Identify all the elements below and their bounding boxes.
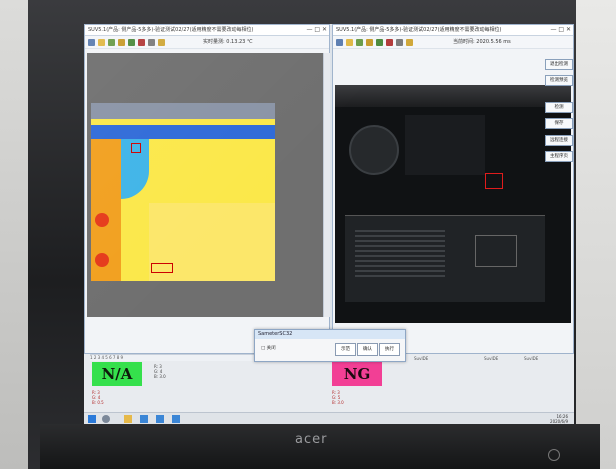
app-icon-2[interactable] bbox=[156, 415, 164, 423]
folder-icon[interactable] bbox=[346, 38, 353, 46]
tool-icon[interactable] bbox=[366, 38, 373, 46]
dialog-title: SameterSC32 bbox=[255, 330, 405, 339]
open-icon[interactable] bbox=[88, 38, 95, 46]
thermal-view-canvas bbox=[87, 53, 323, 317]
left-readouts-secondary: R: 3 G: 4 B: 3.0 bbox=[154, 364, 166, 379]
left-readout-b2: B: 3.0 bbox=[154, 374, 166, 379]
run-icon[interactable] bbox=[128, 38, 135, 46]
dialog-checkbox[interactable]: □ 关闭 bbox=[261, 345, 276, 351]
results-area: 1 2 3 4 5 6 7 8 9 N/A R: 3 G: 4 B: 0.5 R… bbox=[84, 354, 574, 412]
right-result-badge: NG bbox=[332, 362, 382, 386]
left-window-controls[interactable]: — □ ✕ bbox=[306, 25, 327, 35]
left-result-badge: N/A bbox=[92, 362, 142, 386]
right-inspection-window: SUV5.1(产品: 侧产品-5多多)-验证测试02/27(适用精度不需要改动每… bbox=[332, 24, 574, 354]
folder-icon[interactable] bbox=[98, 38, 105, 46]
photo-top-edge bbox=[335, 85, 571, 107]
search-icon[interactable] bbox=[102, 415, 110, 423]
right-window-title: SUV5.1(产品: 侧产品-5多多)-验证测试02/27(适用精度不需要改动每… bbox=[336, 27, 502, 33]
preview-button[interactable]: 检测预览 bbox=[545, 75, 573, 86]
run-icon[interactable] bbox=[376, 38, 383, 46]
thermal-hotspot-2 bbox=[95, 253, 109, 267]
thermal-image bbox=[91, 103, 275, 281]
right-window-controls[interactable]: — □ ✕ bbox=[550, 25, 571, 35]
thermal-top-region bbox=[91, 103, 275, 119]
right-readouts: R: 3 G: 5 B: 3.0 bbox=[332, 390, 344, 405]
sc32-dialog: SameterSC32 □ 关闭 示范 确认 执行 bbox=[254, 329, 406, 362]
battery-symbols bbox=[475, 235, 517, 267]
dialog-demo-button[interactable]: 示范 bbox=[335, 343, 356, 356]
dialog-confirm-button[interactable]: 确认 bbox=[357, 343, 378, 356]
app-icon-3[interactable] bbox=[172, 415, 180, 423]
monitor-brand-logo: acer bbox=[295, 432, 328, 447]
settings-icon[interactable] bbox=[148, 38, 155, 46]
thermal-hotspot-1 bbox=[95, 213, 109, 227]
heat-sink bbox=[405, 115, 485, 175]
main-page-button[interactable]: 主程序页 bbox=[545, 151, 573, 162]
open-icon[interactable] bbox=[336, 38, 343, 46]
right-status-label-2: SuvIDE bbox=[484, 356, 499, 361]
left-toolbar: 实时量测: 0.13.23 ℃ bbox=[85, 36, 329, 49]
right-action-panel: 退出检测 检测预览 检测 保存 远程连接 主程序页 bbox=[545, 59, 573, 167]
taskbar-date: 2020/6/9 bbox=[550, 419, 568, 424]
right-toolbar-readout: 当前时间: 2020.5.56 ms bbox=[453, 39, 511, 45]
left-readout-b: B: 0.5 bbox=[92, 400, 104, 405]
save-icon[interactable] bbox=[356, 38, 363, 46]
right-toolbar: 当前时间: 2020.5.56 ms bbox=[333, 36, 573, 49]
cooling-fan bbox=[349, 125, 399, 175]
left-readouts: R: 3 G: 4 B: 0.5 bbox=[92, 390, 104, 405]
left-scrollbar[interactable] bbox=[323, 53, 330, 317]
left-window-titlebar: SUV5.1(产品: 侧产品-5多多)-验证测试02/27(适用精度不需要改动每… bbox=[85, 25, 329, 36]
settings-icon[interactable] bbox=[396, 38, 403, 46]
start-icon[interactable] bbox=[88, 415, 96, 423]
left-toolbar-readout: 实时量测: 0.13.23 ℃ bbox=[203, 39, 253, 45]
background-wall-right bbox=[576, 0, 616, 469]
power-button[interactable] bbox=[548, 449, 560, 461]
right-window-titlebar: SUV5.1(产品: 侧产品-5多多)-验证测试02/27(适用精度不需要改动每… bbox=[333, 25, 573, 36]
app-icon-1[interactable] bbox=[140, 415, 148, 423]
arrow-icon[interactable] bbox=[406, 38, 413, 46]
windows-taskbar: 16:26 2020/6/9 bbox=[84, 412, 574, 424]
tool-icon[interactable] bbox=[118, 38, 125, 46]
left-inspection-window: SUV5.1(产品: 侧产品-5多多)-验证测试02/27(适用精度不需要改动每… bbox=[84, 24, 330, 354]
save-icon[interactable] bbox=[108, 38, 115, 46]
background-wall-left bbox=[0, 0, 28, 469]
inspection-marker-2[interactable] bbox=[151, 263, 173, 273]
save-button[interactable]: 保存 bbox=[545, 118, 573, 129]
remote-connect-button[interactable]: 远程连接 bbox=[545, 135, 573, 146]
file-explorer-icon[interactable] bbox=[124, 415, 132, 423]
right-status-label-3: SuvIDE bbox=[524, 356, 539, 361]
left-window-title: SUV5.1(产品: 侧产品-5多多)-验证测试02/27(适用精度不需要改动每… bbox=[88, 27, 254, 33]
inspect-button[interactable]: 检测 bbox=[545, 102, 573, 113]
defect-marker[interactable] bbox=[485, 173, 503, 189]
laptop-board-photo bbox=[335, 85, 571, 323]
screen: SUV5.1(产品: 侧产品-5多多)-验证测试02/27(适用精度不需要改动每… bbox=[84, 24, 574, 424]
taskbar-clock[interactable]: 16:26 2020/6/9 bbox=[550, 414, 568, 424]
arrow-icon[interactable] bbox=[158, 38, 165, 46]
exit-inspection-button[interactable]: 退出检测 bbox=[545, 59, 573, 70]
dialog-execute-button[interactable]: 执行 bbox=[379, 343, 400, 356]
battery-label-text bbox=[355, 230, 445, 280]
stop-icon[interactable] bbox=[386, 38, 393, 46]
right-status-label-1: SuvIDE bbox=[414, 356, 429, 361]
right-readout-b: B: 3.0 bbox=[332, 400, 344, 405]
inspection-marker-1[interactable] bbox=[131, 143, 141, 153]
thermal-cold-band bbox=[91, 125, 275, 139]
stop-icon[interactable] bbox=[138, 38, 145, 46]
